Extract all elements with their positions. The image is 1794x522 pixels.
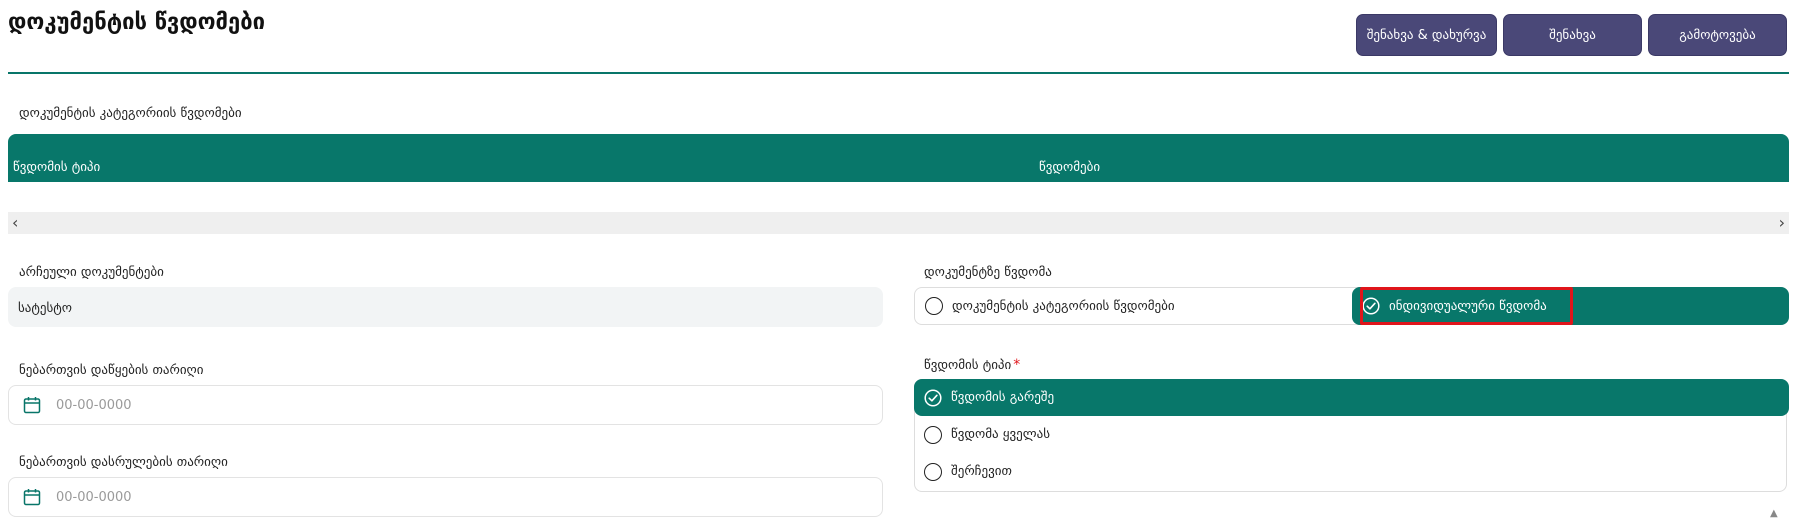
document-access-label: დოკუმენტზე წვდომა: [924, 265, 1052, 280]
calendar-icon[interactable]: [23, 488, 41, 506]
access-type-option-no-access[interactable]: წვდომის გარეშე: [914, 379, 1789, 416]
option-category-access[interactable]: დოკუმენტის კატეგორიის წვდომები: [915, 287, 1352, 325]
option-individual-access-label: ინდივიდუალური წვდომა: [1389, 298, 1547, 314]
category-access-label: დოკუმენტის კატეგორიის წვდომები: [19, 106, 242, 121]
radio-unchecked-icon[interactable]: [925, 297, 943, 315]
selected-documents-field: სატესტო: [8, 287, 883, 327]
calendar-icon[interactable]: [23, 396, 41, 414]
document-access-toggle: დოკუმენტის კატეგორიის წვდომები ინდივიდუა…: [914, 287, 1789, 325]
permission-start-label: ნებართვის დაწყების თარიღი: [19, 363, 204, 378]
access-type-label-text: წვდომის ტიპი: [924, 358, 1012, 373]
save-button[interactable]: შენახვა: [1503, 14, 1642, 56]
check-circle-icon[interactable]: [1362, 297, 1380, 315]
access-type-option-everyone-label: წვდომა ყველას: [951, 427, 1050, 442]
access-type-option-no-access-label: წვდომის გარეშე: [951, 390, 1055, 405]
option-individual-access[interactable]: ინდივიდუალური წვდომა: [1352, 287, 1789, 325]
scroll-right-icon[interactable]: ›: [1779, 213, 1785, 232]
permission-end-date-input[interactable]: 00-00-0000: [8, 477, 883, 517]
access-type-option-everyone[interactable]: წვდომა ყველას: [914, 416, 1789, 453]
column-header-access-type: წვდომის ტიპი: [13, 160, 101, 175]
access-type-radio-group: წვდომის გარეშე წვდომა ყველას შერჩევით: [914, 379, 1789, 492]
check-circle-icon[interactable]: [924, 388, 942, 407]
exit-button[interactable]: გამოტოვება: [1648, 14, 1787, 56]
permission-end-label: ნებართვის დასრულების თარიღი: [19, 455, 228, 470]
access-type-label: წვდომის ტიპი *: [924, 357, 1020, 373]
required-asterisk: *: [1013, 357, 1021, 373]
radio-unchecked-icon[interactable]: [924, 462, 942, 481]
permission-end-placeholder: 00-00-0000: [56, 490, 132, 505]
radio-unchecked-icon[interactable]: [924, 425, 942, 444]
scroll-up-icon[interactable]: ▲: [1770, 508, 1778, 519]
save-and-close-button[interactable]: შენახვა & დახურვა: [1356, 14, 1497, 56]
permission-start-date-input[interactable]: 00-00-0000: [8, 385, 883, 425]
selected-documents-label: არჩეული დოკუმენტები: [19, 265, 164, 280]
permission-start-placeholder: 00-00-0000: [56, 398, 132, 413]
selected-documents-value: სატესტო: [18, 301, 73, 316]
column-header-accesses: წვდომები: [1039, 160, 1101, 175]
scroll-left-icon[interactable]: ‹: [12, 213, 18, 232]
option-category-access-label: დოკუმენტის კატეგორიის წვდომები: [952, 298, 1175, 314]
header-divider: [8, 72, 1789, 74]
category-access-table-header: წვდომის ტიპი წვდომები: [8, 134, 1789, 182]
access-type-option-selective-label: შერჩევით: [951, 464, 1012, 479]
access-type-option-selective[interactable]: შერჩევით: [914, 453, 1789, 490]
page-title: დოკუმენტის წვდომები: [8, 10, 266, 35]
horizontal-scrollbar[interactable]: ‹ ›: [8, 212, 1789, 234]
